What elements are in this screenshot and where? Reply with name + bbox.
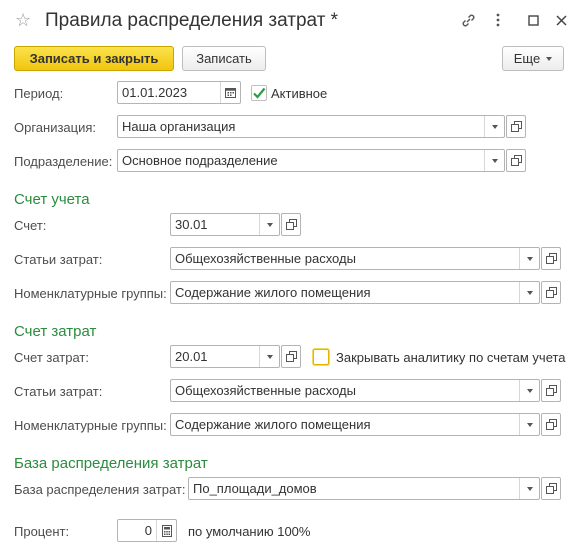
percent-default-note: по умолчанию 100% <box>188 524 311 539</box>
account-cost-items-field[interactable]: Общехозяйственные расходы <box>170 247 540 270</box>
cost-cost-items-label: Статьи затрат: <box>14 384 103 399</box>
account-field[interactable]: 30.01 <box>170 213 280 236</box>
account-cost-items-value[interactable]: Общехозяйственные расходы <box>171 248 519 269</box>
account-value[interactable]: 30.01 <box>171 214 259 235</box>
org-dropdown-icon[interactable] <box>484 116 504 137</box>
cost-account-open-icon[interactable] <box>281 345 301 368</box>
favorite-star-icon[interactable]: ☆ <box>15 9 31 31</box>
distribution-base-value[interactable]: По_площади_домов <box>189 478 519 499</box>
account-cost-items-label: Статьи затрат: <box>14 252 103 267</box>
cost-account-field[interactable]: 20.01 <box>170 345 280 368</box>
close-analytics-checkbox[interactable] <box>313 349 329 365</box>
cost-nom-groups-dropdown-icon[interactable] <box>519 414 539 435</box>
cost-account-dropdown-icon[interactable] <box>259 346 279 367</box>
cost-account-section-title: Счет затрат <box>14 323 97 340</box>
account-nom-groups-dropdown-icon[interactable] <box>519 282 539 303</box>
checkmark-icon <box>253 87 266 99</box>
cost-account-label: Счет затрат: <box>14 350 89 365</box>
org-value[interactable]: Наша организация <box>118 116 484 137</box>
close-analytics-label: Закрывать аналитику по счетам учета <box>336 350 566 365</box>
dept-dropdown-icon[interactable] <box>484 150 504 171</box>
org-label: Организация: <box>14 120 97 135</box>
more-vertical-icon[interactable] <box>490 12 506 28</box>
cost-cost-items-open-icon[interactable] <box>541 379 561 402</box>
period-field[interactable]: 01.01.2023 <box>117 81 241 104</box>
account-nom-groups-open-icon[interactable] <box>541 281 561 304</box>
maximize-icon[interactable] <box>525 12 541 28</box>
account-nom-groups-field[interactable]: Содержание жилого помещения <box>170 281 540 304</box>
cost-nom-groups-value[interactable]: Содержание жилого помещения <box>171 414 519 435</box>
link-icon[interactable] <box>460 12 476 28</box>
account-dropdown-icon[interactable] <box>259 214 279 235</box>
dept-value[interactable]: Основное подразделение <box>118 150 484 171</box>
cost-nom-groups-open-icon[interactable] <box>541 413 561 436</box>
chevron-down-icon <box>546 56 553 61</box>
percent-field[interactable]: 0 <box>117 519 177 542</box>
account-nom-groups-label: Номенклатурные группы: <box>14 286 167 301</box>
distribution-base-open-icon[interactable] <box>541 477 561 500</box>
cost-cost-items-field[interactable]: Общехозяйственные расходы <box>170 379 540 402</box>
period-label: Период: <box>14 86 64 101</box>
active-checkbox[interactable] <box>251 85 267 101</box>
account-open-icon[interactable] <box>281 213 301 236</box>
calendar-icon[interactable] <box>220 82 240 103</box>
percent-value[interactable]: 0 <box>118 520 156 541</box>
account-section-title: Счет учета <box>14 191 90 208</box>
distribution-section-title: База распределения затрат <box>14 455 208 472</box>
percent-label: Процент: <box>14 524 70 539</box>
org-open-icon[interactable] <box>506 115 526 138</box>
period-value[interactable]: 01.01.2023 <box>118 82 220 103</box>
dept-open-icon[interactable] <box>506 149 526 172</box>
dept-field[interactable]: Основное подразделение <box>117 149 505 172</box>
save-and-close-button[interactable]: Записать и закрыть <box>14 46 174 71</box>
calculator-icon[interactable] <box>156 520 176 541</box>
account-cost-items-open-icon[interactable] <box>541 247 561 270</box>
more-button[interactable]: Еще <box>502 46 564 71</box>
distribution-base-field[interactable]: По_площади_домов <box>188 477 540 500</box>
account-cost-items-dropdown-icon[interactable] <box>519 248 539 269</box>
cost-nom-groups-field[interactable]: Содержание жилого помещения <box>170 413 540 436</box>
account-nom-groups-value[interactable]: Содержание жилого помещения <box>171 282 519 303</box>
save-button[interactable]: Записать <box>182 46 266 71</box>
cost-nom-groups-label: Номенклатурные группы: <box>14 418 167 433</box>
window-title: Правила распределения затрат * <box>45 10 339 31</box>
cost-cost-items-value[interactable]: Общехозяйственные расходы <box>171 380 519 401</box>
org-field[interactable]: Наша организация <box>117 115 505 138</box>
distribution-base-dropdown-icon[interactable] <box>519 478 539 499</box>
dept-label: Подразделение: <box>14 154 113 169</box>
account-label: Счет: <box>14 218 47 233</box>
more-button-label: Еще <box>513 51 541 66</box>
cost-cost-items-dropdown-icon[interactable] <box>519 380 539 401</box>
distribution-base-label: База распределения затрат: <box>14 482 186 497</box>
active-label: Активное <box>271 86 328 101</box>
close-icon[interactable] <box>553 12 569 28</box>
cost-account-value[interactable]: 20.01 <box>171 346 259 367</box>
